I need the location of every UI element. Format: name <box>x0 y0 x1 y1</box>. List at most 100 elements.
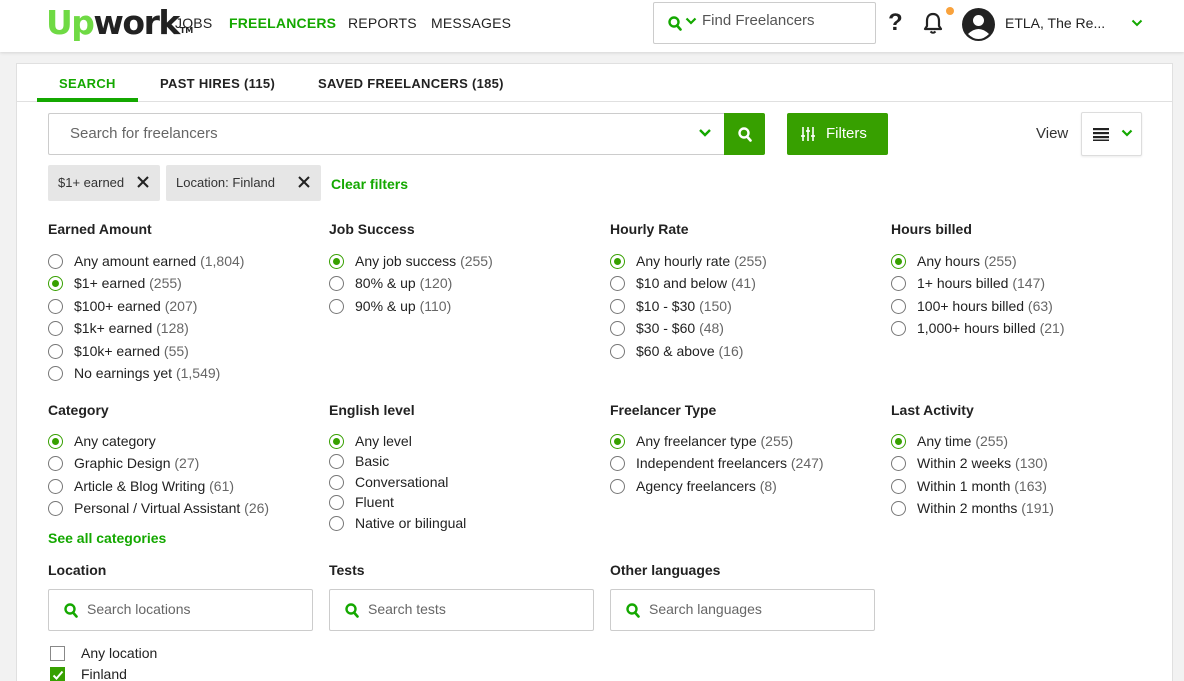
radio-button[interactable] <box>48 366 63 381</box>
radio-button[interactable] <box>891 254 906 269</box>
upwork-logo[interactable]: UpworkTM <box>46 5 193 41</box>
option-count: (255) <box>149 275 182 291</box>
option-count: (130) <box>1015 455 1048 471</box>
see-all-categories-link[interactable]: See all categories <box>48 530 166 546</box>
radio-button[interactable] <box>891 456 906 471</box>
clear-filters-link[interactable]: Clear filters <box>331 176 408 192</box>
radio-button[interactable] <box>891 299 906 314</box>
freelancer-search-input[interactable] <box>70 125 670 142</box>
radio-button[interactable] <box>329 516 344 531</box>
option-count: (128) <box>156 320 189 336</box>
radio-button[interactable] <box>329 276 344 291</box>
checkbox[interactable] <box>50 667 65 681</box>
radio-button[interactable] <box>610 344 625 359</box>
filter-chip-label: $1+ earned <box>58 175 125 190</box>
option-count: (61) <box>209 478 235 494</box>
option-text: $60 & above <box>636 343 715 359</box>
radio-button[interactable] <box>610 456 625 471</box>
notification-bell-icon[interactable] <box>922 11 944 35</box>
checkmark-icon <box>52 670 64 680</box>
option-label: $1+ earned (255) <box>74 275 182 291</box>
option-text: Any freelancer type <box>636 433 757 449</box>
option-count: (255) <box>460 253 493 269</box>
option-text: Fluent <box>355 494 394 510</box>
nav-link-reports[interactable]: REPORTS <box>348 15 417 31</box>
radio-button[interactable] <box>891 501 906 516</box>
radio-button[interactable] <box>48 501 63 516</box>
option-text: Article & Blog Writing <box>74 478 206 494</box>
radio-button[interactable] <box>48 276 63 291</box>
radio-button[interactable] <box>48 299 63 314</box>
tests-title: Tests <box>329 562 365 578</box>
top-navigation: UpworkTM JOBS FREELANCERS REPORTS MESSAG… <box>0 0 1184 52</box>
tab-search[interactable]: SEARCH <box>59 76 116 91</box>
option-count: (247) <box>790 455 824 471</box>
radio-button[interactable] <box>48 344 63 359</box>
radio-button[interactable] <box>891 276 906 291</box>
option-text: $30 - $60 <box>636 320 696 336</box>
option-label: 1,000+ hours billed (21) <box>917 320 1065 336</box>
close-icon[interactable] <box>136 175 150 189</box>
option-label: $1k+ earned (128) <box>74 320 189 336</box>
account-chevron-down-icon[interactable] <box>1131 18 1143 28</box>
chevron-down-icon[interactable] <box>685 16 697 26</box>
search-icon[interactable] <box>668 16 682 31</box>
radio-button[interactable] <box>329 254 344 269</box>
search-icon <box>64 603 78 618</box>
view-toggle-button[interactable] <box>1081 112 1142 156</box>
search-button[interactable] <box>724 113 765 155</box>
option-text: Any amount earned <box>74 253 197 269</box>
nav-link-jobs[interactable]: JOBS <box>175 15 212 31</box>
hourly-rate-title: Hourly Rate <box>610 221 689 237</box>
radio-button[interactable] <box>329 475 344 490</box>
tab-past-hires[interactable]: PAST HIRES (115) <box>160 76 275 91</box>
radio-button[interactable] <box>610 254 625 269</box>
option-text: Within 1 month <box>917 478 1011 494</box>
radio-button[interactable] <box>610 321 625 336</box>
option-count: (55) <box>163 343 189 359</box>
radio-button[interactable] <box>48 479 63 494</box>
checkbox[interactable] <box>50 646 65 661</box>
radio-button[interactable] <box>48 456 63 471</box>
radio-button[interactable] <box>329 434 344 449</box>
close-icon[interactable] <box>297 175 311 189</box>
chevron-down-icon[interactable] <box>698 128 712 138</box>
option-label: Any category <box>74 433 156 449</box>
option-label: $30 - $60 (48) <box>636 320 724 336</box>
tests-search-input[interactable] <box>368 601 578 617</box>
option-label: $60 & above (16) <box>636 343 743 359</box>
option-label: 80% & up (120) <box>355 275 452 291</box>
nav-link-freelancers[interactable]: FREELANCERS <box>229 15 336 31</box>
radio-button[interactable] <box>891 321 906 336</box>
radio-button[interactable] <box>329 495 344 510</box>
radio-button[interactable] <box>891 479 906 494</box>
languages-search-input[interactable] <box>649 601 859 617</box>
radio-button[interactable] <box>48 434 63 449</box>
radio-button[interactable] <box>329 299 344 314</box>
radio-button[interactable] <box>329 454 344 469</box>
tab-saved-freelancers[interactable]: SAVED FREELANCERS (185) <box>318 76 504 91</box>
radio-button[interactable] <box>610 299 625 314</box>
filters-button[interactable]: Filters <box>787 113 888 155</box>
list-view-icon <box>1093 128 1109 141</box>
location-search-box <box>48 589 313 631</box>
radio-button[interactable] <box>610 276 625 291</box>
option-text: Any hours <box>917 253 981 269</box>
nav-link-messages[interactable]: MESSAGES <box>431 15 511 31</box>
radio-button[interactable] <box>48 254 63 269</box>
location-search-input[interactable] <box>87 601 297 617</box>
help-icon[interactable]: ? <box>888 9 903 37</box>
category-title: Category <box>48 402 109 418</box>
option-text: 80% & up <box>355 275 416 291</box>
option-label: Agency freelancers (8) <box>636 478 777 494</box>
radio-button[interactable] <box>891 434 906 449</box>
option-count: (41) <box>730 275 756 291</box>
filters-label: Filters <box>826 125 867 142</box>
nav-search-input[interactable] <box>702 12 862 29</box>
avatar[interactable] <box>962 8 995 41</box>
account-name[interactable]: ETLA, The Re... <box>1005 15 1105 31</box>
option-count: (1,804) <box>200 253 245 269</box>
radio-button[interactable] <box>48 321 63 336</box>
radio-button[interactable] <box>610 434 625 449</box>
radio-button[interactable] <box>610 479 625 494</box>
